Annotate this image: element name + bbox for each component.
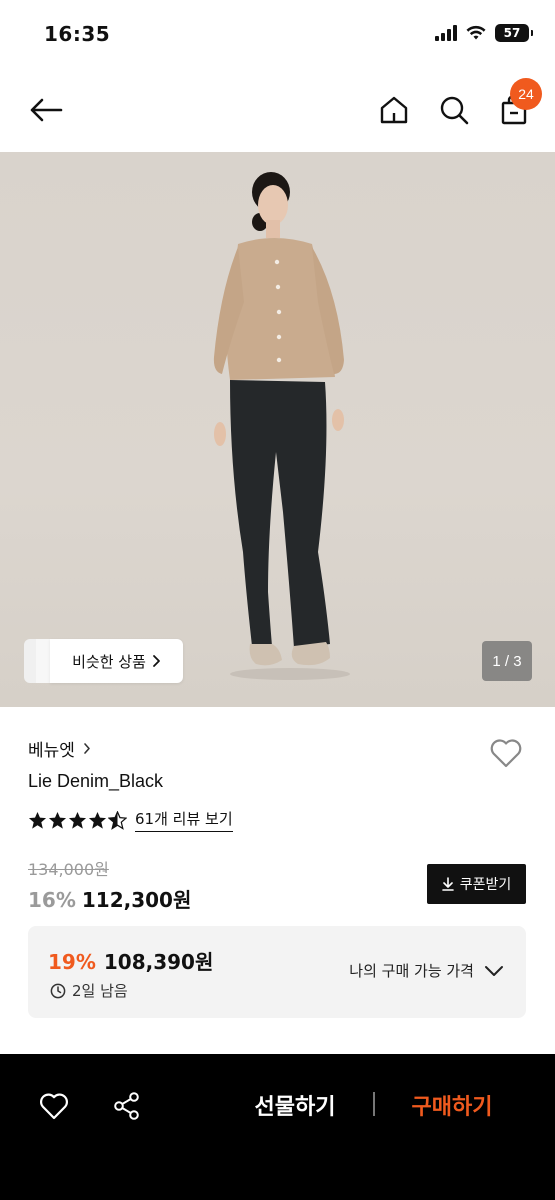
status-icons: 57 <box>435 24 533 42</box>
back-button[interactable] <box>24 88 68 132</box>
sale-price: 112,300원 <box>81 888 192 912</box>
timer-text: 2일 남음 <box>72 982 128 1000</box>
my-price: 108,390원 <box>103 950 214 974</box>
half-star-icon <box>108 810 127 830</box>
brand-link[interactable]: 베뉴엣 <box>28 736 91 761</box>
my-price-box[interactable]: 19% 108,390원 2일 남음 나의 구매 가능 가격 <box>28 926 526 1018</box>
gift-button[interactable]: 선물하기 <box>238 1082 352 1128</box>
similar-products-button[interactable]: 비슷한 상품 <box>50 639 183 683</box>
star-icon <box>48 811 67 829</box>
my-price-row: 19% 108,390원 <box>48 946 213 975</box>
back-arrow-icon <box>30 98 63 122</box>
image-page-counter: 1 / 3 <box>482 641 532 681</box>
home-button[interactable] <box>372 88 416 132</box>
chevron-right-icon <box>152 655 160 667</box>
search-icon <box>440 96 469 125</box>
chevron-right-icon <box>84 743 90 754</box>
search-button[interactable] <box>432 88 476 132</box>
bottom-divider <box>373 1092 375 1116</box>
wifi-icon <box>466 25 486 40</box>
reviews-link[interactable]: 61개 리뷰 보기 <box>135 808 233 832</box>
buy-button[interactable]: 구매하기 <box>395 1082 509 1128</box>
my-price-toggle-label: 나의 구매 가능 가격 <box>349 962 474 980</box>
status-time: 16:35 <box>44 22 111 46</box>
brand-name: 베뉴엣 <box>28 741 75 761</box>
product-name: Lie Denim_Black <box>28 771 164 791</box>
wishlist-button[interactable] <box>486 733 526 773</box>
chevron-down-icon <box>485 965 503 976</box>
clock-icon <box>50 983 66 998</box>
star-icon <box>28 811 47 829</box>
bottom-wishlist-button[interactable] <box>30 1084 78 1128</box>
download-icon <box>441 877 454 891</box>
top-nav: 24 <box>0 70 555 152</box>
coupon-label: 쿠폰받기 <box>459 877 512 893</box>
my-price-toggle[interactable]: 나의 구매 가능 가격 <box>349 960 504 981</box>
rating-row: 61개 리뷰 보기 <box>28 808 233 832</box>
heart-icon <box>40 1093 68 1120</box>
similar-products-label: 비슷한 상품 <box>72 652 146 671</box>
share-icon <box>114 1092 139 1120</box>
status-bar: 16:35 57 <box>0 0 555 70</box>
star-icon <box>88 811 107 829</box>
price-row: 16% 112,300원 <box>28 884 191 913</box>
discount-rate: 16% <box>28 888 76 912</box>
signal-icon <box>435 25 457 41</box>
original-price: 134,000원 <box>28 860 109 879</box>
home-icon <box>380 96 408 124</box>
heart-icon <box>490 739 522 768</box>
coupon-download-button[interactable]: 쿠폰받기 <box>427 864 526 904</box>
timer-row: 2일 남음 <box>50 980 128 1001</box>
cart-count-badge: 24 <box>510 78 542 110</box>
product-image-gallery[interactable]: 비슷한 상품 1 / 3 <box>0 152 555 707</box>
star-icon <box>68 811 87 829</box>
share-button[interactable] <box>103 1084 151 1128</box>
product-photo-model <box>213 172 350 680</box>
bottom-action-bar: 선물하기 구매하기 <box>0 1054 555 1200</box>
my-discount-rate: 19% <box>48 950 96 974</box>
rating-stars <box>28 810 127 830</box>
battery-indicator: 57 <box>495 24 533 42</box>
cart-button[interactable]: 24 <box>492 78 542 132</box>
